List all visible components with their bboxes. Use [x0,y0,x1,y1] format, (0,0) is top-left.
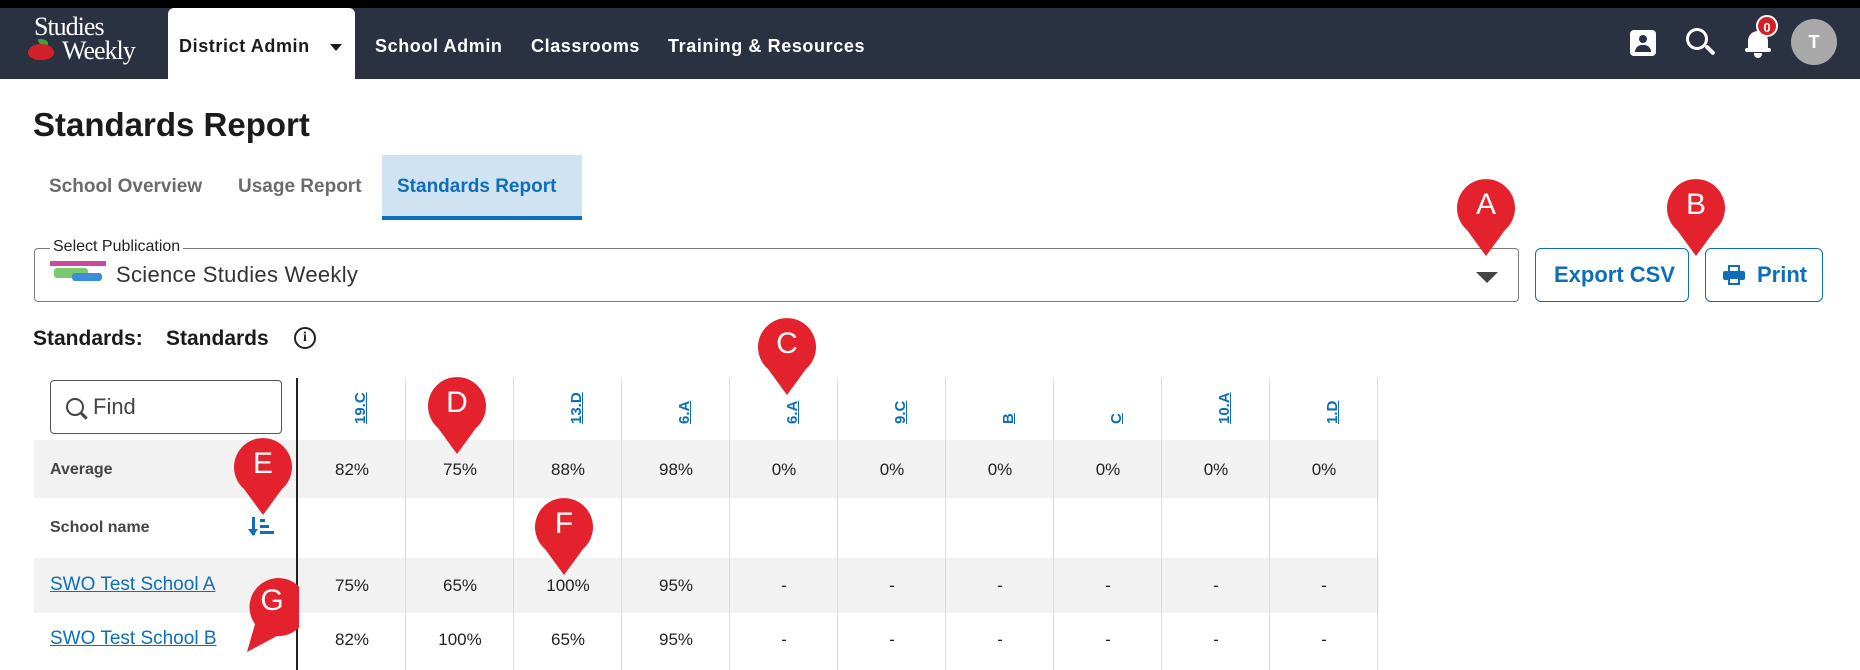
standards-value: Standards [166,327,269,350]
tab-standards-report[interactable]: Standards Report [382,155,582,220]
standard-code-link[interactable]: 1.D [1324,401,1341,424]
standard-column-header[interactable]: 13.D [514,378,622,440]
score-cell: 65% [550,630,586,649]
score-cell: - [889,576,895,595]
dropdown-caret-icon[interactable] [1476,272,1498,283]
find-field[interactable] [50,380,282,434]
standard-column: C 0% - - [1054,378,1162,670]
school-link-b[interactable]: SWO Test School B [50,628,217,650]
score-cell: 100% [438,630,482,649]
find-input[interactable] [93,393,273,421]
score-cell: - [1213,576,1219,595]
score-cell: - [1321,576,1327,595]
score-cell: 75% [334,576,370,595]
standard-column-header[interactable]: 10.A [1162,378,1270,440]
nav-district-admin-label: District Admin [179,36,310,56]
score-cell: 65% [442,576,478,595]
average-cell: 0% [1203,460,1229,479]
standard-column-header[interactable]: 19.C [298,378,406,440]
print-label: Print [1757,262,1808,287]
average-cell: 0% [1311,460,1337,479]
export-csv-label: Export CSV [1554,262,1676,287]
score-cell: 100% [546,576,590,595]
notification-badge: 0 [1756,15,1778,37]
avatar[interactable]: T [1791,19,1837,65]
average-cell: 0% [879,460,905,479]
standard-code-link[interactable]: C [1108,413,1125,424]
standard-column-header[interactable]: B [946,378,1054,440]
score-cell: - [781,576,787,595]
average-label: Average [50,461,113,478]
marker-e: E [232,437,294,517]
sort-descending-icon[interactable] [248,517,276,539]
standard-column: 6.A 98% 95% 95% [622,378,730,670]
standard-column-header[interactable]: C [1054,378,1162,440]
standard-column-header[interactable]: 9.C [838,378,946,440]
standard-column: 9.C 0% - - [838,378,946,670]
standard-column: 19.C 82% 75% 82% [298,378,406,670]
publication-value: Science Studies Weekly [116,262,359,287]
printer-icon [1723,265,1745,285]
score-cell: - [1321,630,1327,649]
standard-column-header[interactable]: 1.D [1270,378,1378,440]
contact-card-icon[interactable] [1630,30,1656,56]
standard-column-header[interactable]: 6.A [622,378,730,440]
score-cell: - [997,576,1003,595]
tab-school-overview[interactable]: School Overview [49,176,202,198]
marker-f: F [533,497,595,577]
standard-code-link[interactable]: 19.C [352,392,369,424]
marker-g: G [237,574,299,654]
marker-a: A [1455,178,1517,258]
standard-column: 6.A 0% - - [730,378,838,670]
apple-icon [28,44,54,60]
marker-c: C [756,317,818,397]
average-cell: 0% [1095,460,1121,479]
publication-thumbnail [50,261,106,283]
search-icon[interactable] [1686,28,1716,58]
info-icon[interactable]: i [294,327,316,349]
average-cell: 0% [771,460,797,479]
standards-label: Standards: [33,327,143,350]
nav-training-resources[interactable]: Training & Resources [668,36,865,57]
score-cell: - [997,630,1003,649]
standard-column: 1.D 0% - - [1270,378,1378,670]
school-name-header: School name [50,519,150,536]
page-title: Standards Report [33,106,310,143]
standard-code-link[interactable]: 6.A [676,401,693,424]
average-cell: 75% [442,460,478,479]
chevron-down-icon [330,44,342,51]
standard-code-link[interactable]: 13.D [568,392,585,424]
average-cell: 82% [334,460,370,479]
publication-select-label: Select Publication [50,238,184,256]
standard-column: B 0% - - [946,378,1054,670]
average-cell: 98% [658,460,694,479]
score-cell: - [781,630,787,649]
standard-code-link[interactable]: 10.A [1216,392,1233,424]
standard-code-link[interactable]: 6.A [784,401,801,424]
score-cell: - [1105,576,1111,595]
standard-column: 10.A 0% - - [1162,378,1270,670]
score-cell: 95% [658,576,694,595]
average-cell: 0% [987,460,1013,479]
standard-code-link[interactable]: B [1000,413,1017,424]
nav-district-admin[interactable]: District Admin [168,8,355,79]
score-cell: - [889,630,895,649]
school-link-a[interactable]: SWO Test School A [50,574,215,596]
tab-usage-report[interactable]: Usage Report [238,176,362,198]
score-cell: 82% [334,630,370,649]
score-cell: - [1213,630,1219,649]
studies-weekly-logo[interactable]: Studies Weekly [28,10,146,68]
marker-d: D [426,376,488,456]
nav-classrooms[interactable]: Classrooms [531,36,640,57]
average-cell: 88% [550,460,586,479]
marker-b: B [1665,178,1727,258]
score-cell: 95% [658,630,694,649]
logo-line2: Weekly [62,36,136,65]
nav-school-admin[interactable]: School Admin [375,36,503,57]
standard-code-link[interactable]: 9.C [892,401,909,424]
score-cell: - [1105,630,1111,649]
